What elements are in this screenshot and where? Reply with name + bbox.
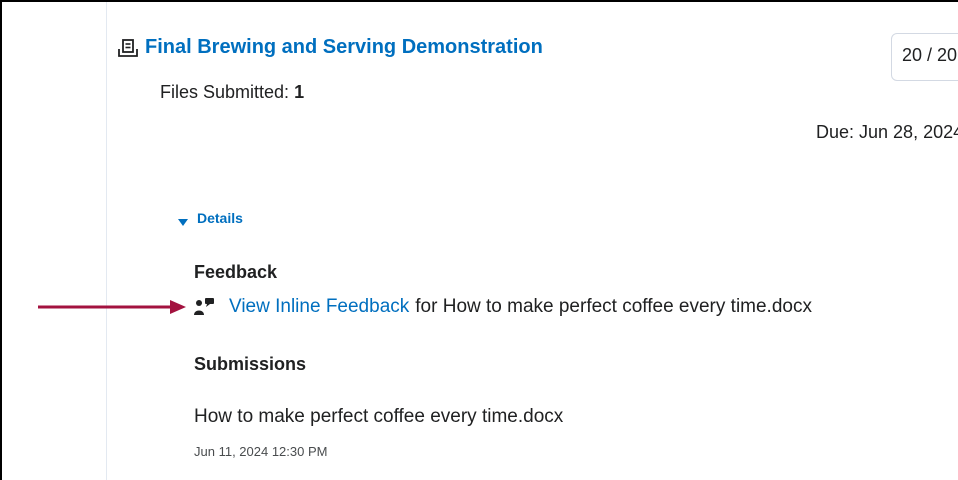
submission-file-name: How to make perfect coffee every time.do… bbox=[194, 406, 564, 427]
due-date: Due: Jun 28, 2024 bbox=[816, 122, 958, 142]
assignment-title-row: Final Brewing and Serving Demonstration bbox=[118, 36, 543, 59]
inline-feedback-suffix: for How to make perfect coffee every tim… bbox=[415, 296, 812, 317]
score-box: 20 / 20 bbox=[891, 33, 958, 81]
left-divider bbox=[106, 2, 107, 480]
caret-down-icon bbox=[178, 214, 188, 226]
assignment-title-link[interactable]: Final Brewing and Serving Demonstration bbox=[145, 36, 543, 59]
details-toggle-label: Details bbox=[197, 210, 243, 226]
files-submitted: Files Submitted: 1 bbox=[160, 82, 304, 103]
score-value: 20 / 20 bbox=[902, 45, 958, 65]
files-submitted-count: 1 bbox=[294, 82, 305, 102]
submission-date: Jun 11, 2024 12:30 PM bbox=[194, 444, 328, 459]
view-inline-feedback-link[interactable]: View Inline Feedback bbox=[229, 296, 409, 318]
inline-feedback-icon bbox=[194, 298, 216, 316]
submissions-heading: Submissions bbox=[194, 354, 307, 374]
feedback-heading: Feedback bbox=[194, 262, 278, 282]
inline-feedback-row: View Inline Feedback for How to make per… bbox=[194, 296, 812, 318]
annotation-arrow bbox=[38, 300, 186, 314]
assignment-dropbox-icon bbox=[118, 38, 138, 58]
files-submitted-label: Files Submitted: bbox=[160, 82, 295, 102]
details-toggle[interactable]: Details bbox=[178, 210, 243, 226]
